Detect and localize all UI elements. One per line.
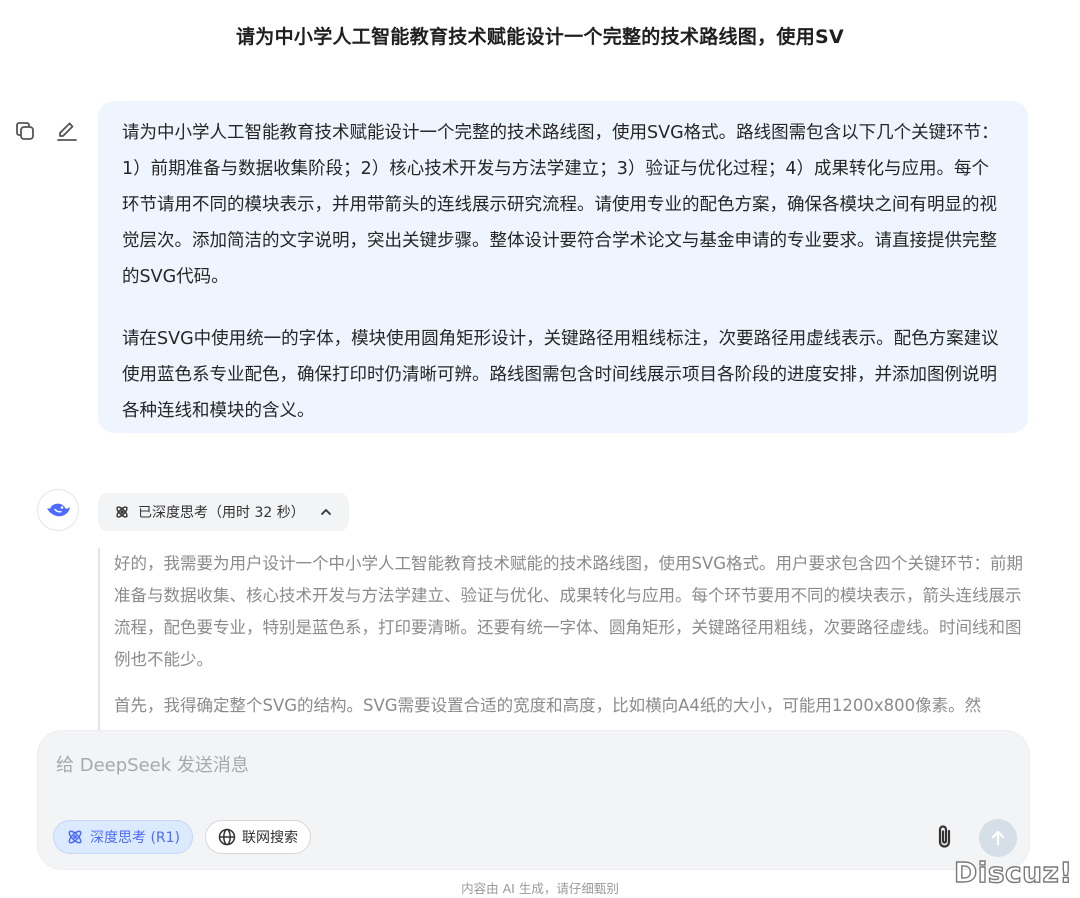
ai-disclaimer: 内容由 AI 生成，请仔细甄别 bbox=[461, 881, 619, 896]
deep-think-icon bbox=[116, 506, 128, 518]
deep-think-label: 深度思考 (R1) bbox=[90, 830, 181, 846]
edit-icon[interactable] bbox=[54, 118, 80, 144]
deepseek-whale-icon bbox=[37, 489, 79, 531]
user-message-paragraph: 请在SVG中使用统一的字体，模块使用圆角矩形设计，关键路径用粗线标注，次要路径用… bbox=[122, 329, 999, 421]
web-search-toggle[interactable]: 联网搜索 bbox=[205, 820, 311, 854]
copy-icon[interactable] bbox=[12, 118, 38, 144]
web-search-label: 联网搜索 bbox=[242, 830, 298, 846]
thinking-toggle[interactable]: 已深度思考（用时 32 秒） bbox=[98, 493, 349, 531]
arrow-up-icon bbox=[991, 830, 1005, 846]
thinking-chip-label: 已深度思考（用时 32 秒） bbox=[138, 505, 305, 521]
user-message-paragraph: 请为中小学人工智能教育技术赋能设计一个完整的技术路线图，使用SVG格式。路线图需… bbox=[122, 123, 999, 287]
globe-icon bbox=[218, 828, 236, 846]
send-button[interactable] bbox=[979, 819, 1017, 857]
thinking-content: 好的，我需要为用户设计一个中小学人工智能教育技术赋能的技术路线图，使用SVG格式… bbox=[98, 548, 1028, 732]
chevron-up-icon bbox=[320, 509, 331, 515]
deep-think-toggle[interactable]: 深度思考 (R1) bbox=[53, 820, 194, 854]
watermark-logo: Discuz! bbox=[953, 855, 1073, 889]
deep-think-icon bbox=[68, 830, 82, 844]
thinking-paragraph: 首先，我得确定整个SVG的结构。SVG需要设置合适的宽度和高度，比如横向A4纸的… bbox=[114, 696, 982, 715]
user-message-bubble: 请为中小学人工智能教育技术赋能设计一个完整的技术路线图，使用SVG格式。路线图需… bbox=[98, 101, 1028, 433]
thinking-paragraph: 好的，我需要为用户设计一个中小学人工智能教育技术赋能的技术路线图，使用SVG格式… bbox=[114, 554, 1024, 669]
message-composer: 给 DeepSeek 发送消息 深度思考 (R1) 联网搜索 bbox=[38, 731, 1029, 869]
page-title: 请为中小学人工智能教育技术赋能设计一个完整的技术路线图，使用SV bbox=[236, 26, 844, 48]
paperclip-icon[interactable] bbox=[931, 822, 959, 852]
message-input[interactable]: 给 DeepSeek 发送消息 bbox=[56, 751, 249, 777]
message-actions bbox=[12, 118, 80, 144]
